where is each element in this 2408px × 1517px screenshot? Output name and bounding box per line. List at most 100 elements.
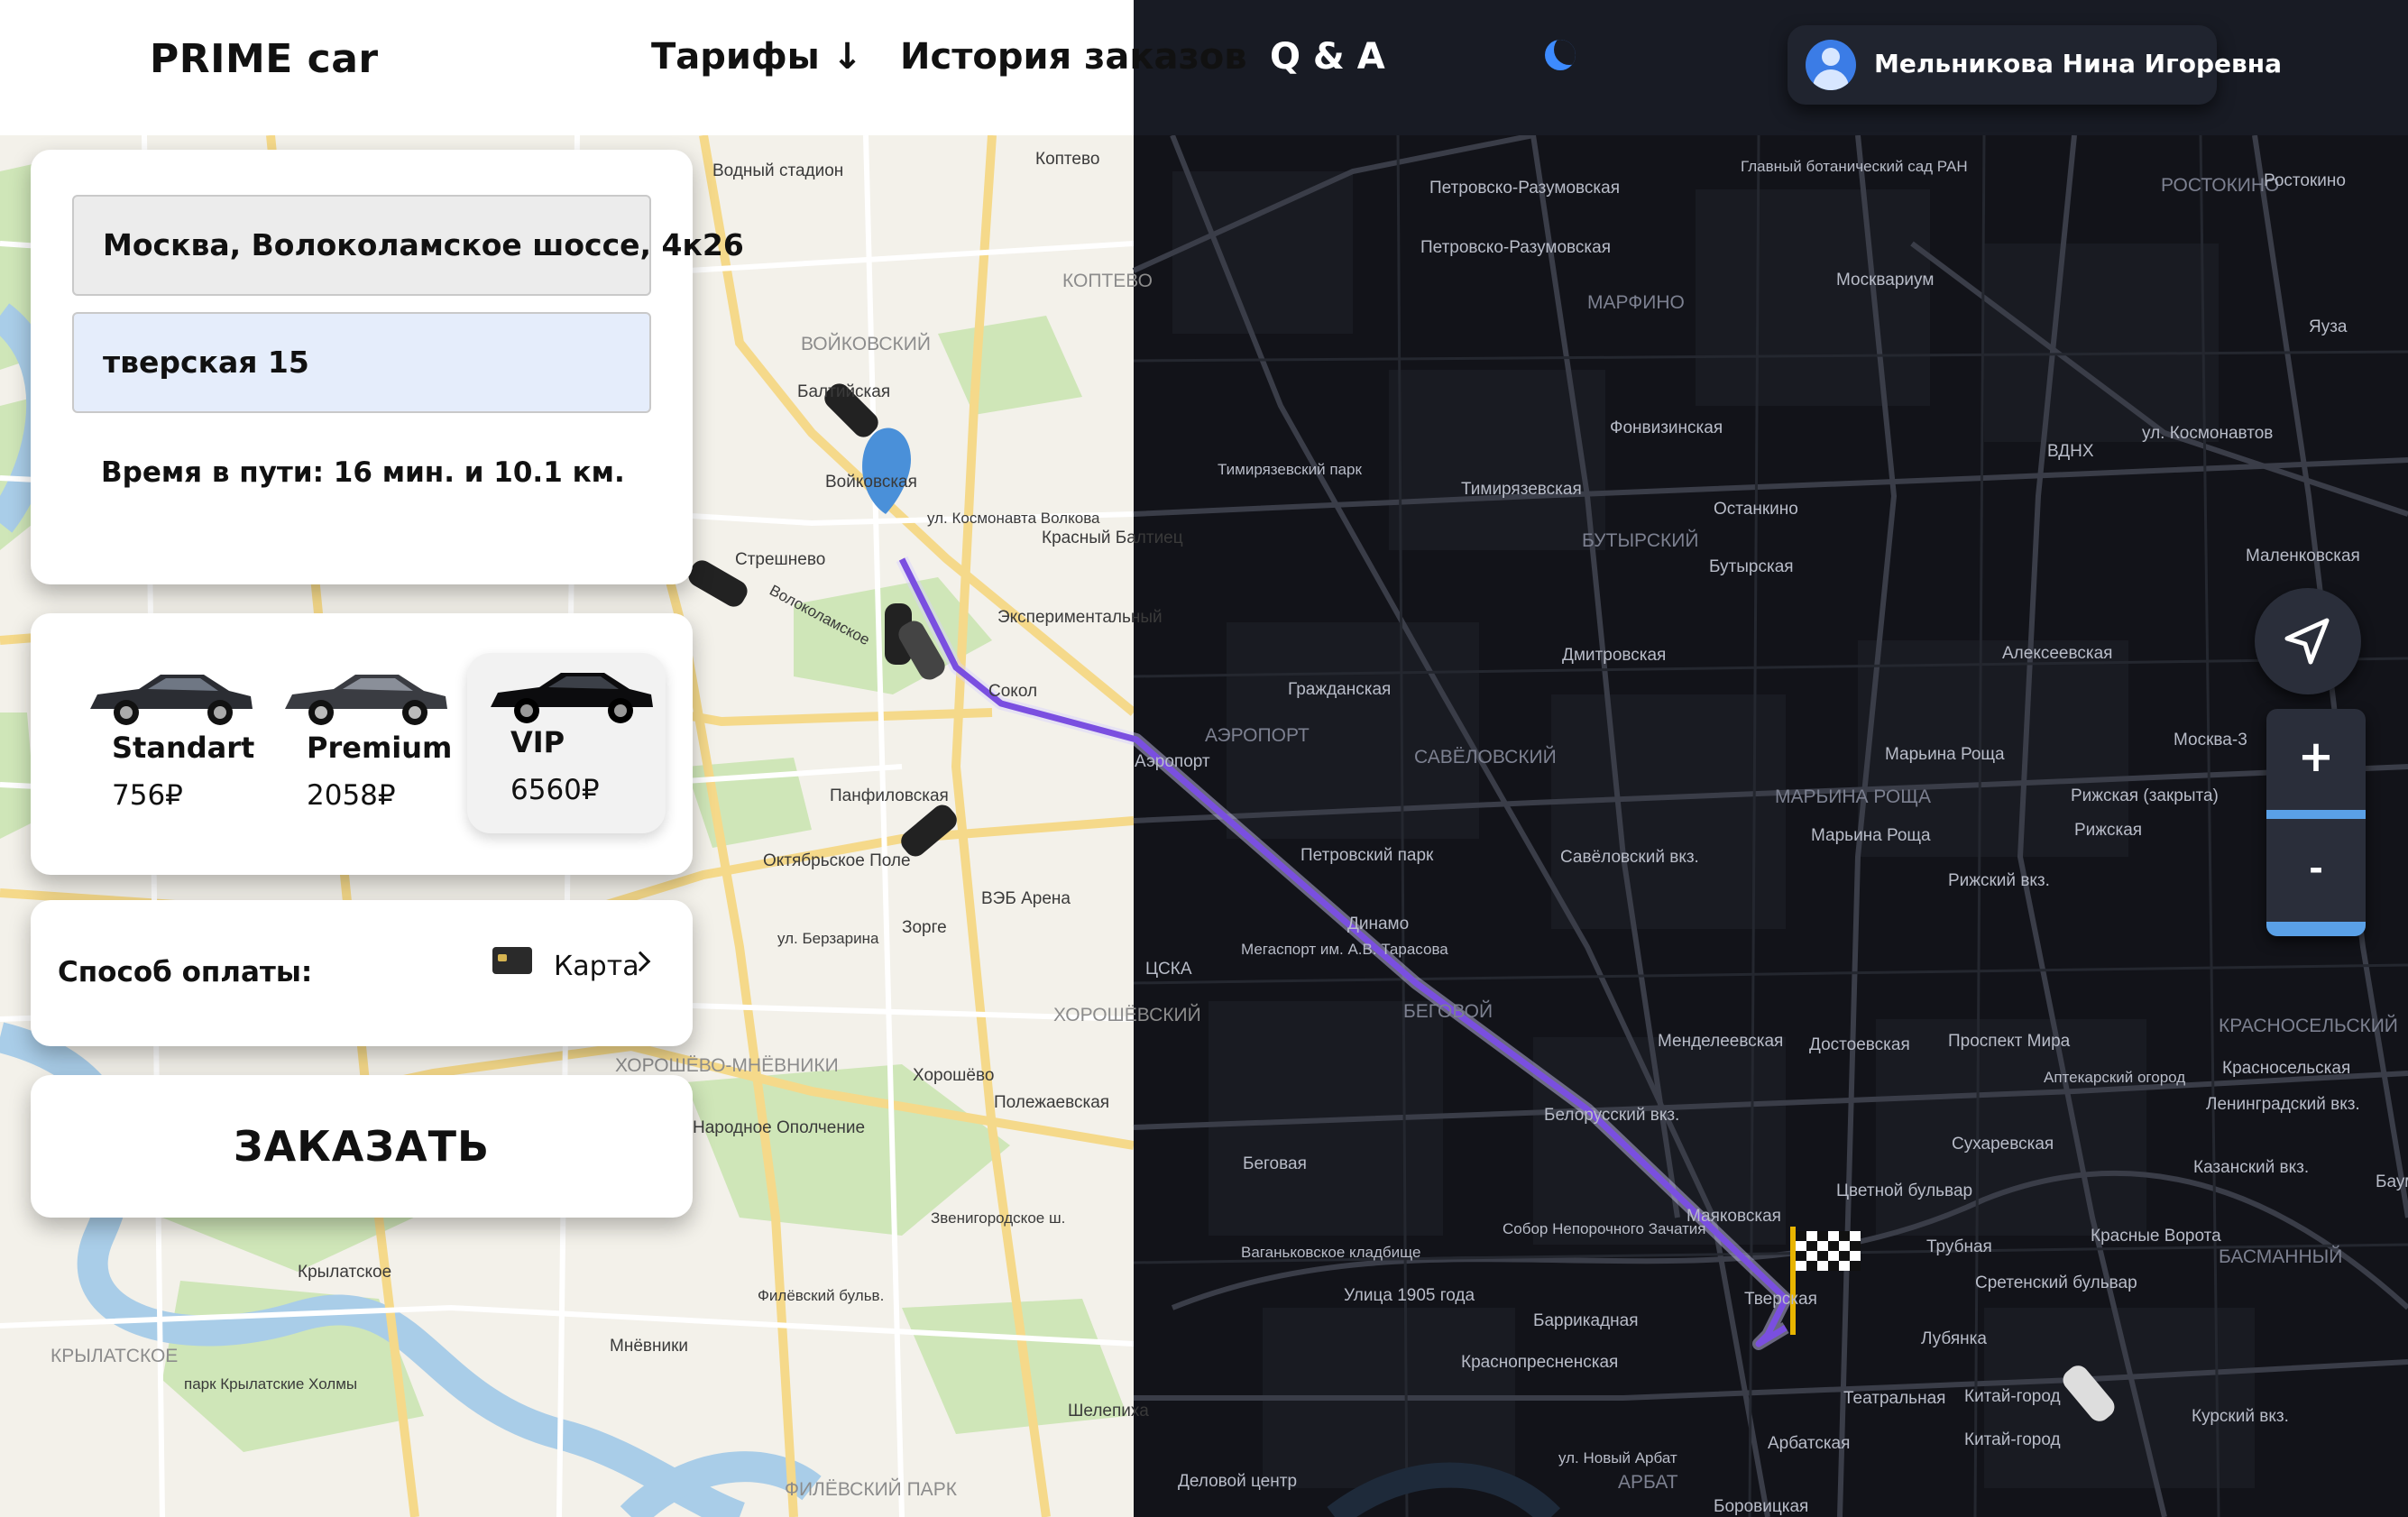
map-label: Полежаевская [994,1093,1109,1112]
map-label: ХОРОШЁВСКИЙ [1053,1004,1201,1025]
map-label: ул. Новый Арбат [1558,1449,1677,1466]
map-label: КРЫЛАТСКОЕ [51,1346,178,1366]
map-label: парк Крылатские Холмы [184,1375,357,1393]
map-label: Ростокино [2264,171,2346,190]
nav-qa[interactable]: Q & A [1270,36,1385,78]
map-label: Филёвский бульв. [758,1287,884,1304]
map-label: Дмитровская [1562,646,1666,665]
map-label: КРАСНОСЕЛЬСКИЙ [2219,1015,2398,1036]
tariff-premium[interactable]: Premium 2058₽ [262,613,460,875]
map-label: Рижский вкз. [1948,871,2050,890]
map-label: ФИЛЁВСКИЙ ПАРК [785,1478,958,1500]
map-label: Гражданская [1288,680,1391,699]
payment-method-value[interactable]: Карта [554,951,639,982]
map-label: Краснопресненская [1461,1353,1618,1372]
map-label: Маленковская [2246,547,2360,565]
tariff-standart[interactable]: Standart 756₽ [67,613,265,875]
map-label: Тимирязевский парк [1218,461,1362,478]
tariff-price: 6560₽ [510,774,600,806]
map-label: Яуза [2309,317,2348,336]
tariff-price: 2058₽ [307,779,396,812]
route-panel: Москва, Волоколамское шоссе, 4к26 тверск… [31,150,744,584]
map-label: Савёловский вкз. [1560,848,1699,867]
map-label: Марьина Роща [1811,826,1931,845]
map-label: Сретенский бульвар [1975,1273,2137,1292]
tariff-name: VIP [510,725,565,759]
map-label: Москвариум [1836,271,1934,290]
tariff-name: Premium [307,731,453,765]
map-label: ул. Космонавтов [2142,424,2273,443]
map-label: Водный стадион [712,161,843,180]
map-label: Баррикадная [1533,1311,1639,1330]
map-label: Проспект Мира [1948,1032,2071,1051]
map-label: Марьина Роща [1885,745,2005,764]
map-label: Арбатская [1768,1434,1850,1453]
map-label: Цветной бульвар [1836,1181,1972,1200]
nav-tariffs[interactable]: Тарифы ↓ [651,36,862,78]
map-label: ХОРОШЁВО-МНЁВНИКИ [615,1055,839,1076]
map-label: ВДНХ [2047,442,2094,461]
map-label: Бауман [2376,1172,2408,1191]
map-label: Крылатское [298,1263,391,1282]
map-label: Хорошёво [913,1066,994,1085]
map-label: Лубянка [1921,1329,1987,1348]
map-label: ул. Берзарина [777,930,879,947]
map-label: РОСТОКИНО [2161,175,2279,196]
to-address-field[interactable]: тверская 15 [72,312,651,413]
map-label: АРБАТ [1618,1472,1678,1493]
map-label: БУТЫРСКИЙ [1582,529,1698,551]
map-label: Ленинградский вкз. [2206,1095,2360,1114]
app-logo[interactable]: PRIME car [150,36,379,82]
map-label: Сухаревская [1952,1135,2054,1154]
order-button[interactable]: ЗАКАЗАТЬ [31,1075,693,1218]
map-label: Красносельская [2222,1059,2350,1078]
map-label: Казанский вкз. [2193,1158,2309,1177]
map-label: Беговая [1243,1154,1307,1173]
credit-card-icon [492,947,532,974]
nav-order-history-label: История заказов [900,36,1247,78]
map-label: Боровицкая [1714,1497,1808,1516]
map-label: Звенигородское ш. [931,1209,1065,1227]
map-label: ВЭБ Арена [981,889,1071,908]
map-label: БАСМАННЫЙ [2219,1246,2342,1267]
map-label: Курский вкз. [2192,1407,2289,1426]
from-address-field[interactable]: Москва, Волоколамское шоссе, 4к26 [72,195,744,296]
map-label: САВЁЛОВСКИЙ [1414,746,1557,768]
map-label: МАРЬИНА РОЩА [1775,786,1931,807]
map-label: Мнёвники [610,1337,688,1356]
user-profile-button[interactable]: Мельникова Нина Игоревна [1788,25,2282,105]
map-label: Ваганьковское кладбище [1241,1244,1420,1261]
map-label: Динамо [1347,915,1409,933]
zoom-in-button[interactable]: + [2266,709,2366,808]
map-label: Москва-3 [2174,731,2247,749]
nav-order-history[interactable]: История заказов [900,36,1247,78]
map-label: Красные Ворота [2091,1227,2221,1246]
tariff-vip[interactable]: VIP 6560₽ [467,653,666,833]
tariff-price: 756₽ [112,779,183,812]
zoom-out-button[interactable]: - [2266,821,2366,920]
map-label: Экспериментальный [997,608,1163,627]
avatar-icon [1806,40,1856,90]
map-label: Алексеевская [2002,644,2112,663]
map-label: Октябрьское Поле [763,851,911,870]
map-label: ЦСКА [1145,960,1192,979]
tariff-name: Standart [112,731,255,765]
map-label: Бутырская [1709,557,1794,576]
map-label: Останкино [1714,500,1798,519]
map-label: Народное Ополчение [693,1118,865,1137]
map-label: МАРФИНО [1587,292,1685,313]
map-label: Деловой центр [1178,1472,1297,1491]
map-label: Зорге [902,918,947,937]
map-label: Петровско-Разумовская [1429,179,1620,198]
map-label: Аптекарский огород [2044,1069,2185,1086]
map-label: Панфиловская [830,786,949,805]
locate-button[interactable] [2255,588,2361,694]
map-label: Мегаспорт им. А.В. Тарасова [1241,941,1448,958]
map-label: ВОЙКОВСКИЙ [801,333,931,354]
map-label: Петровский парк [1301,846,1434,865]
map-label: Достоевская [1809,1035,1910,1054]
moon-icon[interactable] [1545,40,1576,70]
travel-time: Время в пути: 16 мин. и 10.1 км. [101,456,625,489]
map-label: Петровско-Разумовская [1420,238,1611,257]
payment-panel[interactable]: Способ оплаты: Карта [31,900,693,1046]
